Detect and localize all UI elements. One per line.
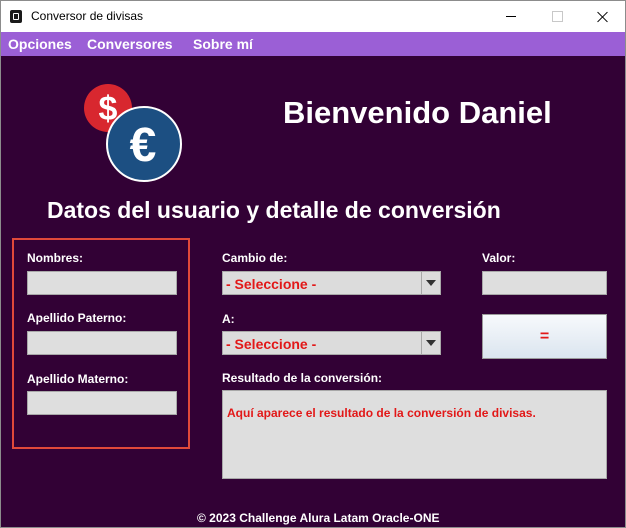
menu-conversores[interactable]: Conversores (87, 36, 173, 52)
close-button[interactable] (580, 1, 626, 32)
welcome-heading: Bienvenido Daniel (283, 95, 552, 130)
valor-field[interactable] (482, 271, 607, 295)
chevron-down-icon (426, 340, 436, 346)
resultado-label: Resultado de la conversión: (222, 371, 383, 385)
cambio-de-dropdown-button[interactable] (421, 272, 440, 294)
cambio-de-selected: - Seleccione - (226, 276, 317, 292)
a-dropdown-button[interactable] (421, 332, 440, 354)
menu-opciones[interactable]: Opciones (8, 36, 72, 52)
nombres-field[interactable] (27, 271, 177, 295)
currency-logo-icon: $ € (84, 84, 182, 182)
title-bar: Conversor de divisas (1, 1, 625, 32)
a-selected: - Seleccione - (226, 336, 317, 352)
convert-button[interactable]: = (482, 314, 607, 359)
a-label: A: (222, 312, 235, 326)
window-title: Conversor de divisas (31, 9, 144, 23)
apellido-materno-label: Apellido Materno: (27, 372, 129, 386)
section-title: Datos del usuario y detalle de conversió… (47, 197, 501, 223)
chevron-down-icon (426, 280, 436, 286)
maximize-button[interactable] (534, 1, 580, 32)
resultado-text: Aquí aparece el resultado de la conversi… (227, 406, 536, 420)
apellido-materno-field[interactable] (27, 391, 177, 415)
apellido-paterno-label: Apellido Paterno: (27, 311, 127, 325)
cambio-de-label: Cambio de: (222, 251, 288, 265)
resultado-textarea[interactable]: Aquí aparece el resultado de la conversi… (222, 390, 607, 479)
java-app-icon (10, 10, 22, 23)
a-select[interactable]: - Seleccione - (222, 331, 441, 355)
app-window: Conversor de divisas Opciones Conversore… (0, 0, 626, 528)
close-icon (597, 11, 609, 23)
menu-sobre-mi[interactable]: Sobre mí (193, 36, 253, 52)
footer-credit: © 2023 Challenge Alura Latam Oracle-ONE (197, 511, 440, 525)
cambio-de-select[interactable]: - Seleccione - (222, 271, 441, 295)
valor-label: Valor: (482, 251, 516, 265)
euro-symbol: € (130, 119, 157, 172)
menu-bar: Opciones Conversores Sobre mí (1, 32, 625, 56)
maximize-icon (551, 11, 563, 22)
nombres-label: Nombres: (27, 251, 84, 265)
minimize-icon (506, 16, 516, 17)
apellido-paterno-field[interactable] (27, 331, 177, 355)
minimize-button[interactable] (488, 1, 534, 32)
